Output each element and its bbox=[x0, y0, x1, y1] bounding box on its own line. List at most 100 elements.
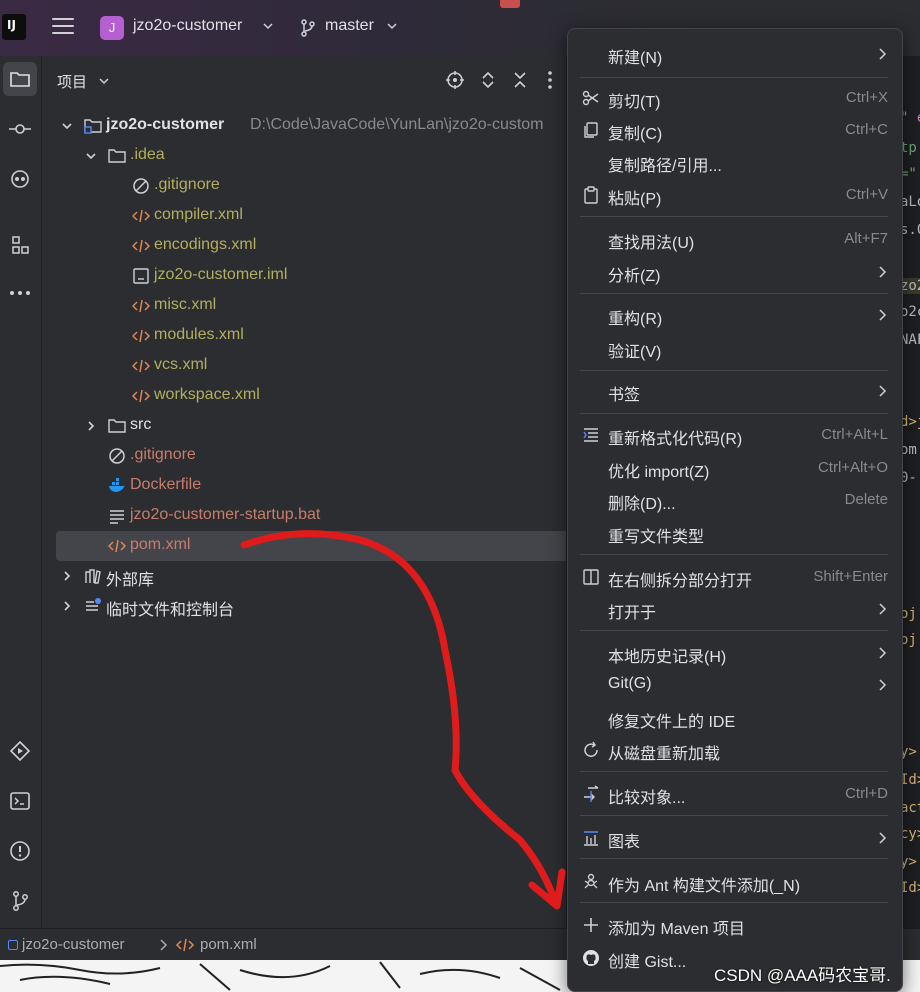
tree-item-file[interactable]: jzo2o-customer.iml bbox=[56, 261, 602, 291]
menu-item-compare-with[interactable]: 比较对象... Ctrl+D bbox=[574, 779, 896, 809]
menu-item-shortcut: Alt+F7 bbox=[844, 230, 888, 247]
menu-item-label: 打开于 bbox=[608, 605, 657, 622]
tree-item-path: D:\Code\JavaCode\YunLan\jzo2o-custom bbox=[250, 116, 544, 133]
main-menu-icon[interactable] bbox=[52, 18, 74, 36]
menu-item-paste[interactable]: 粘贴(P) Ctrl+V bbox=[574, 180, 896, 210]
chevron-right-icon bbox=[879, 647, 887, 659]
ai-assistant-button[interactable] bbox=[3, 162, 37, 196]
chevron-down-icon[interactable] bbox=[98, 75, 110, 87]
menu-item-reformat[interactable]: 重新格式化代码(R) Ctrl+Alt+L bbox=[574, 420, 896, 450]
menu-item-local-history[interactable]: 本地历史记录(H) bbox=[574, 638, 896, 668]
chevron-down-icon[interactable] bbox=[60, 119, 74, 133]
xml-file-icon bbox=[132, 299, 150, 313]
menu-item-delete[interactable]: 删除(D)... Delete bbox=[574, 485, 896, 515]
menu-item-add-as-maven-project[interactable]: 添加为 Maven 项目 bbox=[574, 910, 896, 940]
tree-item-libraries[interactable]: 外部库 bbox=[56, 561, 602, 591]
git-branch-icon[interactable] bbox=[298, 18, 318, 38]
chevron-down-icon[interactable] bbox=[262, 20, 274, 32]
menu-item-repair-ide[interactable]: 修复文件上的 IDE bbox=[574, 703, 896, 733]
menu-item-refactor[interactable]: 重构(R) bbox=[574, 300, 896, 330]
services-tool-button[interactable] bbox=[3, 734, 37, 768]
menu-item-shortcut: Ctrl+C bbox=[845, 121, 888, 138]
chevron-right-icon[interactable] bbox=[84, 419, 98, 433]
structure-icon bbox=[12, 236, 29, 254]
folder-icon bbox=[10, 72, 30, 87]
menu-item-analyze[interactable]: 分析(Z) bbox=[574, 257, 896, 287]
expand-all-icon[interactable] bbox=[478, 70, 498, 90]
menu-item-shortcut: Ctrl+Alt+O bbox=[817, 459, 888, 476]
menu-item-override-file-type[interactable]: 重写文件类型 bbox=[574, 518, 896, 548]
breadcrumb-project[interactable]: jzo2o-customer bbox=[22, 936, 125, 953]
menu-item-shortcut: Delete bbox=[844, 491, 888, 508]
tree-item-scratches[interactable]: 临时文件和控制台 bbox=[56, 591, 602, 621]
menu-item-shortcut: Ctrl+D bbox=[845, 785, 888, 802]
tree-item-file[interactable]: modules.xml bbox=[56, 321, 602, 351]
tree-item-label: pom.xml bbox=[130, 536, 191, 553]
github-icon bbox=[583, 950, 599, 966]
menu-item-copy[interactable]: 复制(C) Ctrl+C bbox=[574, 115, 896, 145]
tree-item-file[interactable]: .gitignore bbox=[56, 441, 602, 471]
menu-item-git[interactable]: Git(G) bbox=[574, 670, 896, 700]
menu-item-open-split-right[interactable]: 在右侧拆分部分打开 Shift+Enter bbox=[574, 562, 896, 592]
project-panel: 项目 jzo2o-customer D:\Code\JavaCode\YunLa… bbox=[42, 56, 602, 928]
commit-tool-button[interactable] bbox=[3, 112, 37, 146]
menu-item-diagrams[interactable]: 图表 bbox=[574, 823, 896, 853]
chevron-right-icon bbox=[160, 939, 168, 951]
tree-item-file[interactable]: compiler.xml bbox=[56, 201, 602, 231]
menu-item-bookmarks[interactable]: 书签 bbox=[574, 376, 896, 406]
menu-item-reload-from-disk[interactable]: 从磁盘重新加载 bbox=[574, 735, 896, 765]
git-tool-button[interactable] bbox=[3, 884, 37, 918]
structure-tool-button[interactable] bbox=[3, 228, 37, 262]
tree-item-file[interactable]: jzo2o-customer-startup.bat bbox=[56, 501, 602, 531]
menu-item-copy-path[interactable]: 复制路径/引用... bbox=[574, 147, 896, 177]
menu-item-validate[interactable]: 验证(V) bbox=[574, 333, 896, 363]
menu-item-label: 添加为 Maven 项目 bbox=[608, 921, 745, 938]
tree-item-src[interactable]: src bbox=[56, 411, 602, 441]
tree-item-selected-file[interactable]: pom.xml bbox=[56, 531, 602, 561]
panel-title[interactable]: 项目 bbox=[57, 71, 87, 92]
chevron-right-icon[interactable] bbox=[60, 569, 74, 583]
menu-item-find-usages[interactable]: 查找用法(U) Alt+F7 bbox=[574, 224, 896, 254]
project-switcher[interactable]: jzo2o-customer bbox=[133, 17, 242, 35]
more-tools-button[interactable] bbox=[3, 276, 37, 310]
collapse-all-icon[interactable] bbox=[510, 70, 530, 90]
project-tool-button[interactable] bbox=[3, 62, 37, 96]
tree-item-file[interactable]: .gitignore bbox=[56, 171, 602, 201]
tree-item-file[interactable]: misc.xml bbox=[56, 291, 602, 321]
options-icon[interactable] bbox=[547, 70, 553, 90]
xml-file-icon bbox=[132, 389, 150, 403]
tree-item-label: .gitignore bbox=[130, 446, 196, 463]
commit-icon bbox=[9, 124, 31, 134]
code-fragment: act bbox=[900, 800, 920, 816]
chevron-down-icon[interactable] bbox=[386, 20, 398, 32]
intellij-logo-icon[interactable]: IJ bbox=[2, 14, 26, 40]
project-badge[interactable]: J bbox=[100, 16, 124, 40]
menu-item-label: 图表 bbox=[608, 834, 641, 851]
folder-icon bbox=[108, 419, 126, 433]
code-fragment: " e bbox=[900, 110, 920, 126]
code-fragment: cy> bbox=[900, 826, 920, 842]
menu-item-open-in[interactable]: 打开于 bbox=[574, 594, 896, 624]
terminal-tool-button[interactable] bbox=[3, 784, 37, 818]
tree-item-idea[interactable]: .idea bbox=[56, 141, 602, 171]
tree-item-root[interactable]: jzo2o-customer D:\Code\JavaCode\YunLan\j… bbox=[56, 111, 602, 141]
menu-item-add-ant-build[interactable]: 作为 Ant 构建文件添加(_N) bbox=[574, 867, 896, 897]
tree-item-file[interactable]: Dockerfile bbox=[56, 471, 602, 501]
menu-item-new[interactable]: 新建(N) bbox=[574, 39, 896, 69]
breadcrumb-file[interactable]: pom.xml bbox=[200, 936, 257, 953]
branch-switcher[interactable]: master bbox=[325, 17, 374, 35]
chevron-down-icon[interactable] bbox=[84, 149, 98, 163]
code-fragment: NAF bbox=[900, 332, 920, 348]
tree-item-file[interactable]: encodings.xml bbox=[56, 231, 602, 261]
locate-icon[interactable] bbox=[445, 70, 465, 90]
menu-item-cut[interactable]: 剪切(T) Ctrl+X bbox=[574, 83, 896, 113]
tree-item-file[interactable]: workspace.xml bbox=[56, 381, 602, 411]
menu-item-optimize-imports[interactable]: 优化 import(Z) Ctrl+Alt+O bbox=[574, 453, 896, 483]
tree-item-file[interactable]: vcs.xml bbox=[56, 351, 602, 381]
git-branch-icon bbox=[13, 891, 28, 911]
problems-tool-button[interactable] bbox=[3, 834, 37, 868]
menu-separator bbox=[580, 370, 888, 371]
module-folder-icon bbox=[84, 119, 102, 134]
chevron-right-icon[interactable] bbox=[60, 599, 74, 613]
tree-item-label: 临时文件和控制台 bbox=[106, 602, 235, 619]
